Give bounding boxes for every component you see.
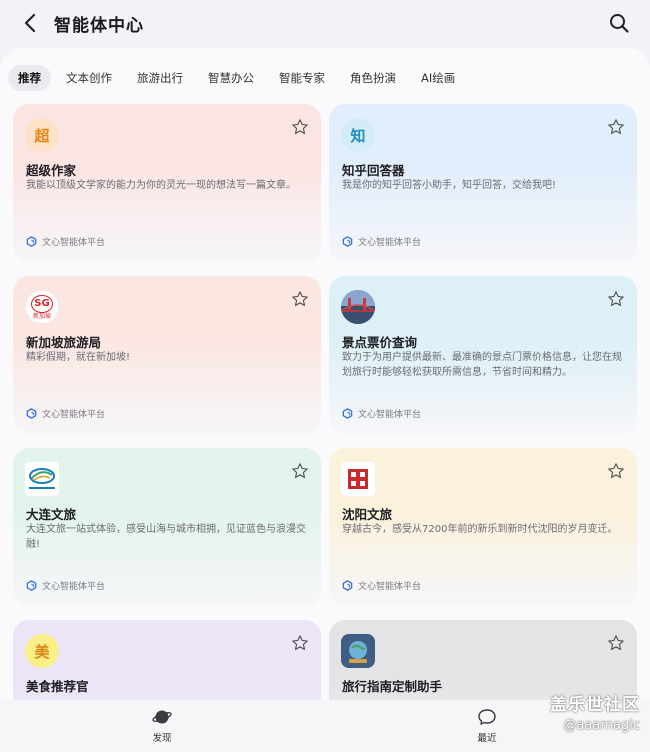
star-icon[interactable] (607, 118, 625, 136)
star-icon[interactable] (607, 634, 625, 652)
agent-description: 致力于为用户提供最新、最准确的景点门票价格信息，让您在规划旅行时能够轻松获取所需… (342, 352, 622, 378)
platform-label: 文心智能体平台 (26, 235, 105, 248)
search-icon (610, 14, 629, 33)
agent-card-food-recommender[interactable]: 美 美食推荐官 (13, 620, 321, 708)
travel-guide-icon (341, 634, 375, 668)
platform-cube-icon (342, 580, 353, 591)
agent-description: 精彩假期，就在新加坡! (26, 352, 131, 363)
agent-card-ticket-price[interactable]: 景点票价查询 致力于为用户提供最新、最准确的景点门票价格信息，让您在规划旅行时能… (329, 276, 637, 434)
page-title: 智能体中心 (54, 16, 144, 36)
agent-name: 美食推荐官 (26, 679, 89, 694)
star-icon[interactable] (607, 462, 625, 480)
platform-label: 文心智能体平台 (342, 235, 421, 248)
dalian-logo-icon (29, 468, 55, 489)
platform-cube-icon (26, 236, 37, 247)
star-icon[interactable] (291, 118, 309, 136)
watermark-title: 盖乐世社区 (550, 695, 640, 715)
agent-card-dalian-tourism[interactable]: 大连文旅 大连文旅一站式体验，感受山海与城市相拥，见证蓝色与浪漫交融! 文心智能… (13, 448, 321, 606)
agent-name: 沈阳文旅 (342, 507, 393, 522)
agent-name: 新加坡旅游局 (26, 335, 102, 350)
tab-recommended[interactable]: 推荐 (8, 65, 51, 91)
platform-cube-icon (26, 580, 37, 591)
agent-description: 我是你的知乎回答小助手，知乎回答，交给我吧! (342, 180, 557, 191)
agent-card-zhihu-answerer[interactable]: 知 知乎回答器 我是你的知乎回答小助手，知乎回答，交给我吧! 文心智能体平台 (329, 104, 637, 262)
agent-description: 大连文旅一站式体验，感受山海与城市相拥，见证蓝色与浪漫交融! (26, 524, 306, 550)
agent-card-shenyang-tourism[interactable]: 沈阳文旅 穿越古今，感受从7200年前的新乐到新时代沈阳的岁月变迁。 文心智能体… (329, 448, 637, 606)
star-icon[interactable] (291, 290, 309, 308)
watermark-handle: @aaamagic (563, 718, 640, 733)
platform-name: 文心智能体平台 (358, 582, 422, 592)
agent-avatar (341, 462, 375, 496)
shenyang-logo-icon (348, 469, 368, 489)
platform-name: 文心智能体平台 (42, 410, 106, 420)
tab-text-creation[interactable]: 文本创作 (56, 65, 122, 91)
planet-icon (152, 710, 172, 724)
agent-description: 穿越古今，感受从7200年前的新乐到新时代沈阳的岁月变迁。 (342, 524, 618, 535)
platform-label: 文心智能体平台 (342, 407, 421, 420)
chat-bubble-icon (478, 709, 496, 725)
tab-smart-expert[interactable]: 智能专家 (269, 65, 335, 91)
nav-recent[interactable]: 最近 (457, 708, 517, 744)
platform-cube-icon (342, 236, 353, 247)
platform-name: 文心智能体平台 (42, 238, 106, 248)
avatar-letter: 美 (34, 642, 50, 661)
tab-travel[interactable]: 旅游出行 (127, 65, 193, 91)
tab-smart-office[interactable]: 智慧办公 (198, 65, 264, 91)
agent-description: 我能以顶级文学家的能力为你的灵光一现的想法写一篇文章。 (26, 180, 296, 191)
platform-cube-icon (26, 408, 37, 419)
agent-avatar: 美 (25, 634, 59, 668)
nav-discover[interactable]: 发现 (132, 708, 192, 744)
agent-avatar: 超 (25, 118, 59, 152)
agent-card-super-writer[interactable]: 超 超级作家 我能以顶级文学家的能力为你的灵光一现的想法写一篇文章。 文心智能体… (13, 104, 321, 262)
star-icon[interactable] (291, 634, 309, 652)
agent-name: 超级作家 (26, 163, 77, 178)
category-tabs: 推荐 文本创作 旅游出行 智慧办公 智能专家 角色扮演 AI绘画 (8, 64, 470, 92)
community-watermark: 盖乐世社区 @aaamagic (550, 690, 640, 733)
agent-card-singapore-tourism[interactable]: SG 新加坡 新加坡旅游局 精彩假期，就在新加坡! 文心智能体平台 (13, 276, 321, 434)
platform-label: 文心智能体平台 (26, 579, 105, 592)
agent-avatar: 知 (341, 118, 375, 152)
agent-name: 大连文旅 (26, 507, 77, 522)
top-bar: 智能体中心 (0, 0, 650, 46)
agent-avatar (341, 634, 375, 668)
tab-ai-painting[interactable]: AI绘画 (411, 65, 465, 91)
bridge-photo-icon (341, 290, 375, 324)
platform-name: 文心智能体平台 (42, 582, 106, 592)
content-sheet: 推荐 文本创作 旅游出行 智慧办公 智能专家 角色扮演 AI绘画 超 超级作家 … (0, 48, 650, 708)
nav-discover-label: 发现 (152, 733, 172, 744)
star-icon[interactable] (291, 462, 309, 480)
platform-cube-icon (342, 408, 353, 419)
avatar-letter: 超 (34, 126, 50, 145)
avatar-logo-subtext: 新加坡 (32, 312, 51, 320)
agent-avatar: SG 新加坡 (25, 290, 59, 324)
agent-avatar (25, 462, 59, 496)
back-button[interactable] (18, 11, 42, 35)
search-button[interactable] (608, 12, 630, 34)
avatar-letter: 知 (350, 126, 366, 145)
nav-recent-label: 最近 (477, 733, 497, 744)
agent-name: 知乎回答器 (342, 163, 405, 178)
platform-label: 文心智能体平台 (26, 407, 105, 420)
platform-label: 文心智能体平台 (342, 579, 421, 592)
tab-role-play[interactable]: 角色扮演 (340, 65, 406, 91)
agent-name: 旅行指南定制助手 (342, 679, 443, 694)
star-icon[interactable] (607, 290, 625, 308)
chevron-left-icon (24, 13, 36, 33)
platform-name: 文心智能体平台 (358, 410, 422, 420)
agent-avatar (341, 290, 375, 324)
platform-name: 文心智能体平台 (358, 238, 422, 248)
avatar-logo-text: SG (31, 294, 53, 313)
agent-name: 景点票价查询 (342, 335, 418, 350)
